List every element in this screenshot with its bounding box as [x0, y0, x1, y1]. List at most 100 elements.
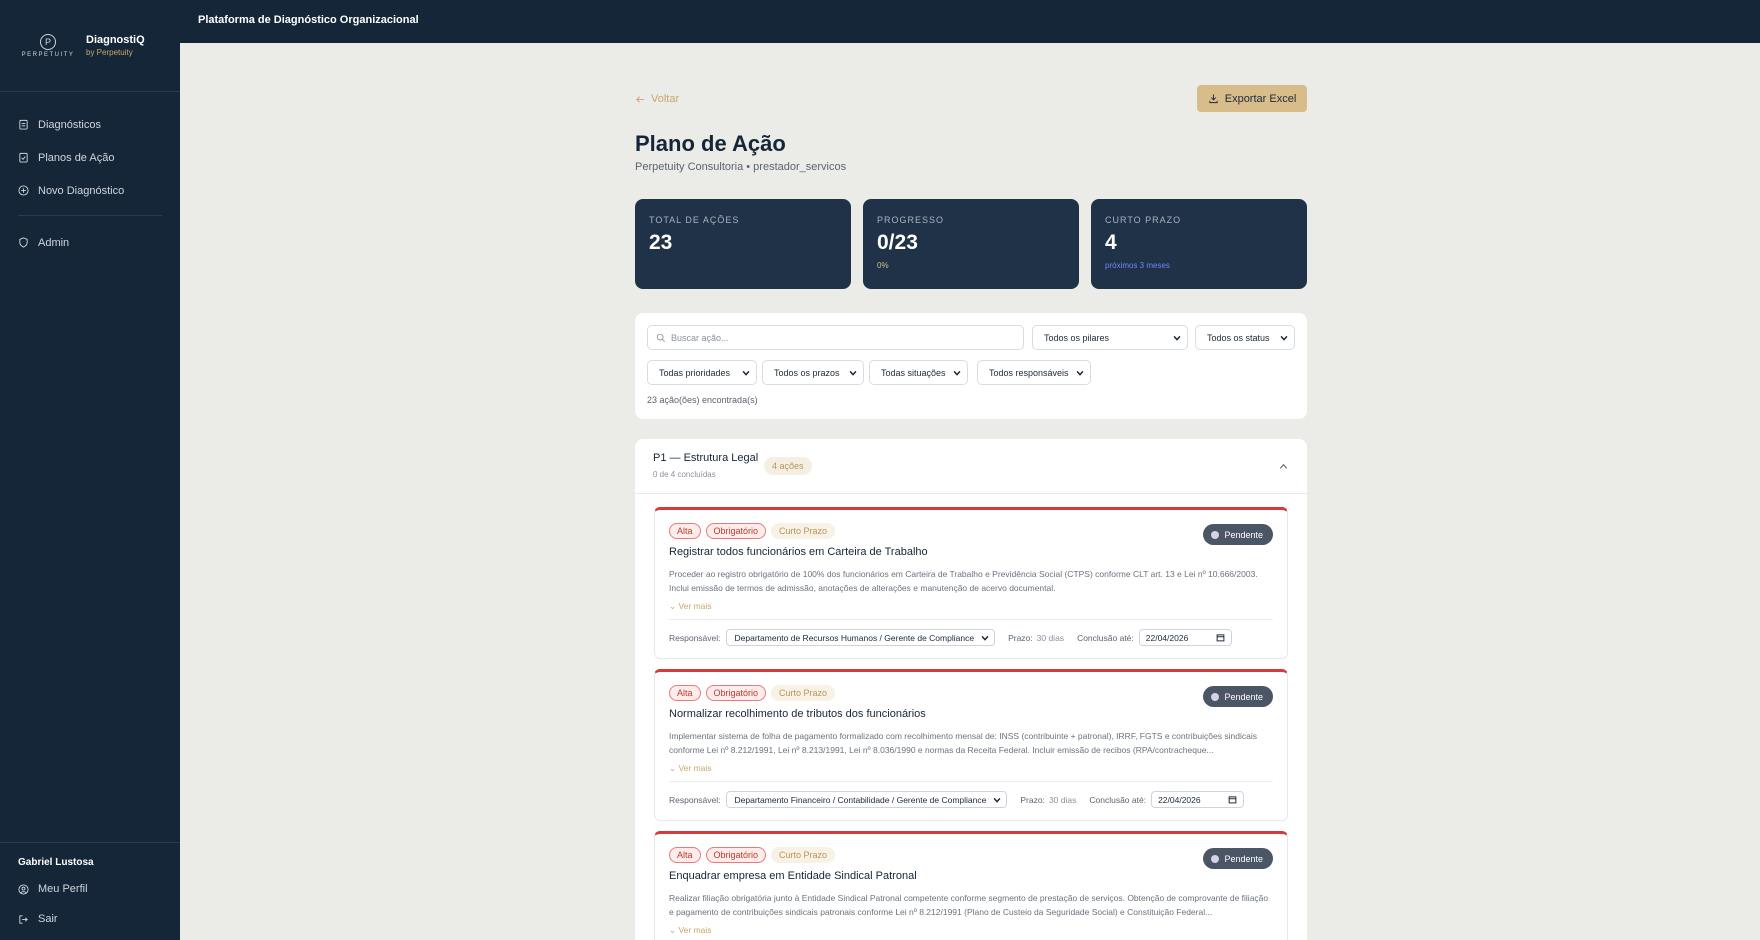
download-icon	[1209, 94, 1218, 104]
calendar-icon[interactable]	[1216, 633, 1225, 642]
status-pill[interactable]: Pendente	[1203, 524, 1273, 545]
see-more-link[interactable]: ⌄ Ver mais	[669, 763, 712, 774]
deadline-value: 30 dias	[1048, 794, 1077, 805]
status-pill[interactable]: Pendente	[1203, 848, 1273, 869]
see-more-link[interactable]: ⌄ Ver mais	[669, 601, 712, 612]
profile-link[interactable]: Meu Perfil	[18, 874, 162, 904]
sidebar-footer: Gabriel Lustosa Meu Perfil Sair	[0, 842, 180, 940]
pillar-count-badge: 4 ações	[764, 457, 812, 475]
deadline-label: Prazo:	[1020, 794, 1045, 805]
mandatory-tag: Obrigatório	[705, 847, 767, 863]
search-input[interactable]: Buscar ação...	[647, 325, 1024, 350]
chevron-down-icon	[849, 370, 857, 376]
pillar-progress: 0 de 4 concluídas	[653, 470, 716, 479]
deadline-label: Prazo:	[1008, 632, 1033, 643]
responsible-select[interactable]: Departamento Financeiro / Contabilidade …	[725, 791, 1008, 808]
logout-label: Sair	[38, 913, 58, 925]
status-label: Pendente	[1224, 529, 1263, 540]
sidebar-item-diagnosticos[interactable]: Diagnósticos	[0, 108, 180, 141]
situation-select[interactable]: Todas situações	[869, 360, 968, 385]
action-card: Alta Obrigatório Curto Prazo Pendente No…	[654, 669, 1288, 821]
completion-date-value: 22/04/2026	[1158, 794, 1201, 805]
chevron-down-icon	[1173, 335, 1181, 341]
card-title: Normalizar recolhimento de tributos dos …	[669, 708, 926, 720]
stat-total: TOTAL DE AÇÕES 23	[635, 199, 851, 289]
card-tags: Alta Obrigatório Curto Prazo	[669, 523, 836, 539]
back-label: Voltar	[651, 93, 680, 105]
deadline-select-value: Todos os prazos	[774, 367, 840, 378]
completion-date-value: 22/04/2026	[1145, 632, 1189, 643]
pillar-group: P1 — Estrutura Legal 0 de 4 concluídas 4…	[635, 439, 1307, 940]
shield-icon	[19, 237, 28, 248]
brand[interactable]: P PERPETUITY DiagnostiQ by Perpetuity	[0, 0, 180, 92]
see-more-link[interactable]: ⌄ Ver mais	[669, 925, 712, 936]
deadline-select[interactable]: Todos os prazos	[762, 360, 864, 385]
sidebar-item-planos[interactable]: Planos de Ação	[0, 141, 180, 174]
responsible-label: Responsável:	[669, 632, 721, 643]
pilar-select-value: Todos os pilares	[1044, 332, 1110, 343]
status-pill[interactable]: Pendente	[1203, 686, 1273, 707]
results-count: 23 ação(ões) encontrada(s)	[647, 395, 758, 405]
back-link[interactable]: Voltar	[635, 93, 679, 105]
calendar-icon[interactable]	[1228, 795, 1237, 804]
status-label: Pendente	[1224, 691, 1263, 702]
chevron-down-icon	[981, 635, 989, 641]
pillar-title: P1 — Estrutura Legal	[653, 452, 759, 464]
sidebar-item-novo-diagnostico[interactable]: Novo Diagnóstico	[0, 174, 180, 207]
completion-label: Conclusão até:	[1089, 794, 1147, 805]
logout-icon	[19, 914, 28, 924]
topbar: Plataforma de Diagnóstico Organizacional	[180, 0, 1760, 43]
stat-value: 0/23	[877, 231, 918, 254]
pillar-group-header[interactable]: P1 — Estrutura Legal 0 de 4 concluídas 4…	[635, 439, 1307, 494]
sidebar-item-admin[interactable]: Admin	[0, 226, 180, 259]
user-circle-icon	[18, 883, 29, 895]
stat-progress: PROGRESSO 0/23 0%	[863, 199, 1079, 289]
user-name: Gabriel Lustosa	[18, 857, 94, 868]
see-more-label: Ver mais	[678, 601, 712, 611]
status-dot-icon	[1211, 854, 1220, 863]
logout-link[interactable]: Sair	[18, 904, 162, 934]
card-divider	[669, 781, 1273, 782]
responsible-select[interactable]: Todos responsáveis	[977, 360, 1091, 385]
priority-select[interactable]: Todas prioridades	[647, 360, 757, 385]
responsible-value: Departamento de Recursos Humanos / Geren…	[734, 632, 975, 643]
status-dot-icon	[1211, 692, 1220, 701]
term-tag: Curto Prazo	[771, 685, 836, 701]
action-card: Alta Obrigatório Curto Prazo Pendente Re…	[654, 507, 1288, 659]
export-excel-button[interactable]: Exportar Excel	[1197, 85, 1307, 112]
status-select[interactable]: Todos os status	[1195, 325, 1295, 350]
sidebar-item-label: Planos de Ação	[38, 151, 115, 164]
status-label: Pendente	[1224, 853, 1263, 864]
logo-icon: P	[40, 33, 56, 50]
responsible-value: Departamento Financeiro / Contabilidade …	[734, 794, 987, 805]
completion-date-input[interactable]: 22/04/2026	[1138, 629, 1232, 646]
clipboard-check-icon	[19, 152, 28, 163]
card-footer: Responsável: Departamento de Recursos Hu…	[669, 629, 1232, 646]
situation-select-value: Todas situações	[881, 367, 946, 378]
page-subtitle: Perpetuity Consultoria • prestador_servi…	[635, 161, 847, 173]
chevron-down-icon	[742, 370, 750, 376]
pilar-select[interactable]: Todos os pilares	[1032, 325, 1188, 350]
priority-select-value: Todas prioridades	[659, 367, 731, 378]
term-tag: Curto Prazo	[771, 523, 836, 539]
logo: P PERPETUITY	[20, 33, 76, 58]
responsible-select[interactable]: Departamento de Recursos Humanos / Geren…	[725, 629, 996, 646]
arrow-left-icon	[636, 95, 645, 103]
search-icon	[656, 333, 666, 342]
stat-value: 4	[1105, 231, 1117, 254]
see-more-label: Ver mais	[678, 763, 712, 773]
status-dot-icon	[1211, 530, 1220, 539]
profile-label: Meu Perfil	[38, 883, 88, 895]
completion-date-input[interactable]: 22/04/2026	[1151, 791, 1245, 808]
chevron-down-icon	[1076, 370, 1084, 376]
sidebar-item-label: Diagnósticos	[38, 118, 101, 131]
term-tag: Curto Prazo	[771, 847, 836, 863]
sidebar-item-label: Novo Diagnóstico	[38, 184, 125, 197]
priority-tag: Alta	[669, 523, 701, 539]
stat-label: CURTO PRAZO	[1105, 215, 1182, 225]
deadline-value: 30 dias	[1036, 632, 1065, 643]
responsible-select-value: Todos responsáveis	[989, 367, 1069, 378]
chevron-up-icon[interactable]	[1278, 461, 1289, 472]
plus-circle-icon	[18, 185, 29, 196]
sidebar-item-label: Admin	[38, 236, 70, 249]
